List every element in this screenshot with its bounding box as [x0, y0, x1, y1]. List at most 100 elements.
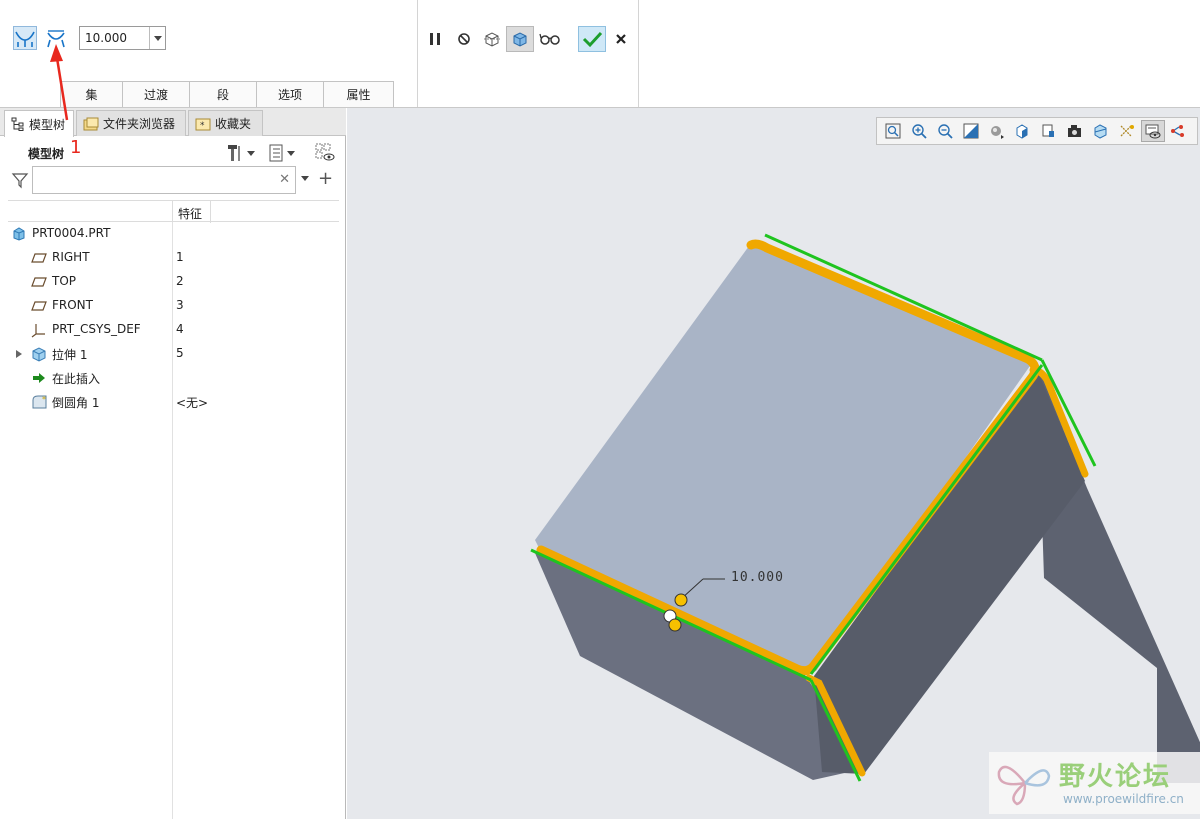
tree-row-insert-here[interactable]: 在此插入	[0, 366, 340, 390]
grid-eye-icon	[315, 143, 335, 161]
datum-plane-icon	[31, 298, 47, 314]
list-icon	[269, 144, 283, 162]
settings-menu-button[interactable]	[226, 142, 262, 164]
tree-row-feature: <无>	[176, 396, 209, 410]
clear-filter-icon[interactable]: ✕	[279, 172, 290, 187]
tab-transitions[interactable]: 过渡	[122, 81, 189, 107]
glasses-preview-button[interactable]	[536, 26, 564, 52]
tab-model-tree[interactable]: 模型树	[4, 110, 74, 137]
tree-row-label: FRONT	[52, 298, 93, 312]
watermark-title: 野火论坛	[1059, 762, 1172, 792]
tree-row-label: TOP	[52, 274, 77, 288]
solid-box-icon	[513, 32, 527, 47]
tree-row-round[interactable]: * 倒圆角 1 <无>	[0, 390, 340, 414]
add-filter-icon[interactable]: +	[318, 168, 333, 189]
favorites-icon: *	[195, 118, 211, 131]
pause-button[interactable]	[421, 26, 449, 52]
tab-favorites-label: 收藏夹	[215, 117, 252, 131]
checkmark-icon	[582, 31, 603, 48]
extrude-icon	[31, 346, 47, 362]
tree-row-label: PRT0004.PRT	[32, 226, 111, 240]
variable-round-button[interactable]	[44, 26, 68, 50]
tree-row-label: 拉伸 1	[52, 348, 88, 362]
tree-row-feature: 5	[176, 346, 184, 360]
show-menu-button[interactable]	[268, 142, 304, 164]
tree-row-feature: 4	[176, 322, 184, 336]
variable-round-icon	[47, 30, 65, 48]
tree-row-feature: 3	[176, 298, 184, 312]
confirm-button[interactable]	[578, 26, 606, 52]
datum-plane-icon	[31, 250, 47, 266]
svg-text:*: *	[42, 395, 46, 404]
tree-row-label: PRT_CSYS_DEF	[52, 322, 141, 336]
navigator-tabs: 模型树 文件夹浏览器 * 收藏夹	[0, 108, 346, 137]
tree-row-label: RIGHT	[52, 250, 90, 264]
tab-folder-browser[interactable]: 文件夹浏览器	[76, 110, 186, 136]
expand-arrow-icon[interactable]	[14, 346, 24, 362]
disable-button[interactable]	[450, 26, 478, 52]
tree-row-front-plane[interactable]: FRONT 3	[0, 294, 340, 318]
datum-plane-icon	[31, 274, 47, 290]
coordinate-system-icon	[31, 322, 47, 338]
tab-options[interactable]: 选项	[256, 81, 323, 107]
navigator-panel: 模型树 文件夹浏览器 * 收藏夹 1 模型树 ✕ + 特征 PRT0004.PR…	[0, 108, 346, 819]
constant-round-icon	[15, 31, 35, 47]
svg-text:*: *	[200, 121, 205, 131]
chevron-down-icon	[287, 150, 295, 156]
round-options-group: 10.000 集 过渡 段 选项 属性	[0, 0, 418, 107]
no-entry-icon	[458, 33, 470, 45]
chevron-down-icon	[247, 150, 255, 156]
tab-properties[interactable]: 属性	[323, 81, 394, 107]
column-header-feature[interactable]: 特征	[178, 205, 202, 222]
tab-model-tree-label: 模型树	[29, 117, 66, 132]
wireframe-box-icon	[484, 32, 500, 47]
radius-dropdown-arrow[interactable]	[149, 27, 165, 49]
tree-row-part[interactable]: PRT0004.PRT	[0, 222, 340, 246]
pause-icon	[430, 33, 440, 45]
glasses-icon	[539, 33, 560, 45]
tree-row-feature: 2	[176, 274, 184, 288]
tab-pieces[interactable]: 段	[189, 81, 256, 107]
tree-row-right-plane[interactable]: RIGHT 1	[0, 246, 340, 270]
preview-geometry-button[interactable]	[478, 26, 506, 52]
tree-row-top-plane[interactable]: TOP 2	[0, 270, 340, 294]
close-icon	[616, 34, 626, 44]
tree-row-extrude[interactable]: 拉伸 1 5	[0, 342, 340, 366]
column-separator	[172, 201, 173, 223]
tree-row-csys[interactable]: PRT_CSYS_DEF 4	[0, 318, 340, 342]
chevron-down-icon	[301, 176, 309, 181]
filter-icon	[11, 171, 29, 192]
tree-row-label: 在此插入	[52, 372, 101, 386]
edge-handle-yellow[interactable]	[668, 618, 682, 632]
filter-view-button[interactable]	[314, 142, 336, 164]
tools-icon	[228, 145, 240, 161]
chevron-down-icon	[153, 35, 162, 41]
radius-dimension-label[interactable]: 10.000	[731, 570, 784, 585]
butterfly-logo-icon	[997, 765, 1051, 806]
tree-filter-input[interactable]: ✕	[32, 166, 296, 194]
tree-row-label: 倒圆角 1	[52, 396, 100, 410]
tab-sets[interactable]: 集	[60, 81, 122, 107]
model-tree-title: 模型树	[28, 147, 65, 161]
radius-dimension-combo[interactable]: 10.000	[79, 26, 166, 50]
graphics-viewport[interactable]: 10.000	[347, 108, 1200, 819]
tab-favorites[interactable]: * 收藏夹	[188, 110, 263, 136]
insert-arrow-icon	[31, 370, 47, 386]
watermark: 野火论坛 www.proewildfire.cn	[989, 752, 1200, 814]
folder-icon	[83, 117, 99, 130]
watermark-url: www.proewildfire.cn	[1063, 792, 1184, 806]
radius-drag-handle[interactable]	[674, 593, 688, 607]
tree-column-header: 特征	[8, 200, 339, 223]
cancel-button[interactable]	[607, 26, 635, 52]
filter-dropdown-arrow[interactable]	[301, 176, 309, 181]
tree-row-feature: 1	[176, 250, 184, 264]
constant-round-button[interactable]	[13, 26, 37, 50]
ribbon: 10.000 集 过渡 段 选项 属性	[0, 0, 1200, 108]
verify-mode-button[interactable]	[506, 26, 534, 52]
subtabs: 集 过渡 段 选项 属性	[60, 81, 394, 107]
radius-value[interactable]: 10.000	[80, 27, 149, 49]
tree-icon	[11, 117, 24, 131]
column-separator	[210, 201, 211, 223]
model-canvas[interactable]	[347, 108, 1200, 819]
control-group	[418, 0, 639, 107]
